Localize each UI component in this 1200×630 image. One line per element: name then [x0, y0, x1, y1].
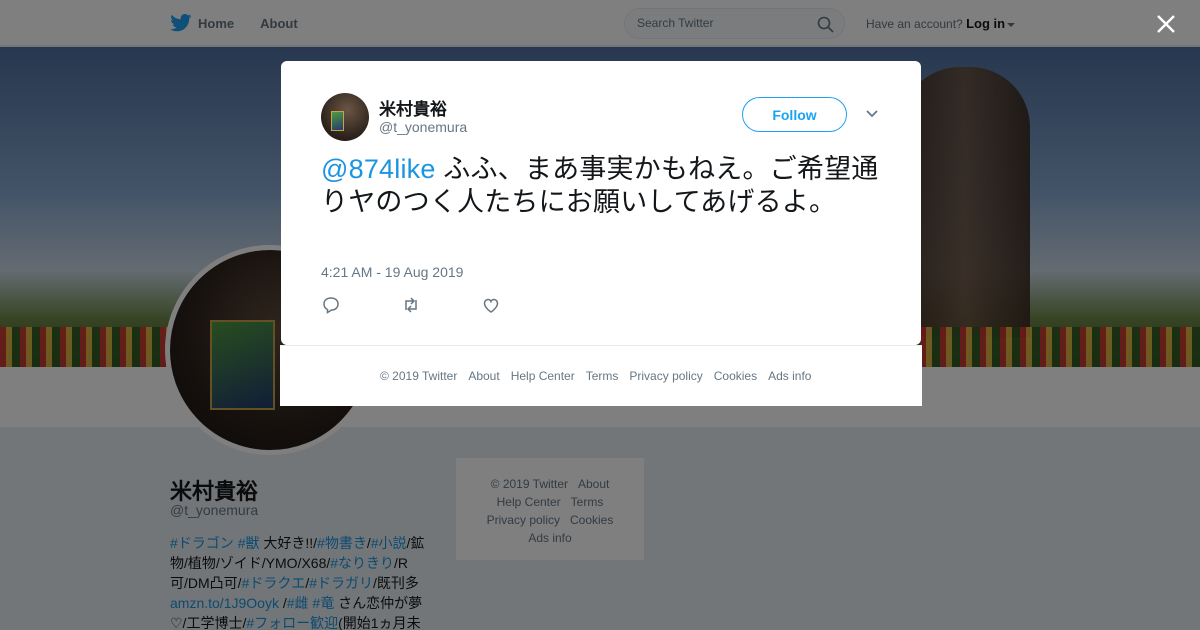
reply-icon: [323, 297, 339, 314]
avatar-card-image: [331, 111, 344, 131]
tweet-text: @874like ふふ、まあ事実かもねえ。ご希望通りヤのつく人たちにお願いしてあ…: [321, 153, 881, 219]
tweet-timestamp[interactable]: 4:21 AM - 19 Aug 2019: [321, 264, 463, 280]
like-icon: [483, 298, 499, 313]
footer-copyright: © 2019 Twitter: [380, 369, 458, 383]
tweet-modal: 米村貴裕 @t_yonemura Follow @874like ふふ、まあ事実…: [281, 61, 921, 345]
footer-ads-link[interactable]: Ads info: [768, 369, 811, 383]
retweet-button[interactable]: [401, 295, 481, 315]
modal-footer: © 2019 Twitter About Help Center Terms P…: [280, 345, 922, 406]
chevron-down-icon[interactable]: [865, 109, 879, 119]
footer-privacy-link[interactable]: Privacy policy: [629, 369, 702, 383]
footer-terms-link[interactable]: Terms: [586, 369, 619, 383]
like-button[interactable]: [481, 295, 561, 315]
tweet-actions: [321, 295, 561, 315]
follow-button[interactable]: Follow: [742, 97, 847, 132]
footer-help-link[interactable]: Help Center: [511, 369, 575, 383]
avatar[interactable]: [321, 93, 369, 141]
footer-about-link[interactable]: About: [468, 369, 499, 383]
footer-cookies-link[interactable]: Cookies: [714, 369, 757, 383]
tweet-author-name[interactable]: 米村貴裕: [379, 95, 447, 120]
tweet-author-handle[interactable]: @t_yonemura: [379, 119, 467, 135]
close-icon[interactable]: [1154, 12, 1178, 36]
reply-button[interactable]: [321, 295, 401, 315]
retweet-icon: [405, 297, 417, 313]
tweet-mention-link[interactable]: @874like: [321, 154, 436, 184]
